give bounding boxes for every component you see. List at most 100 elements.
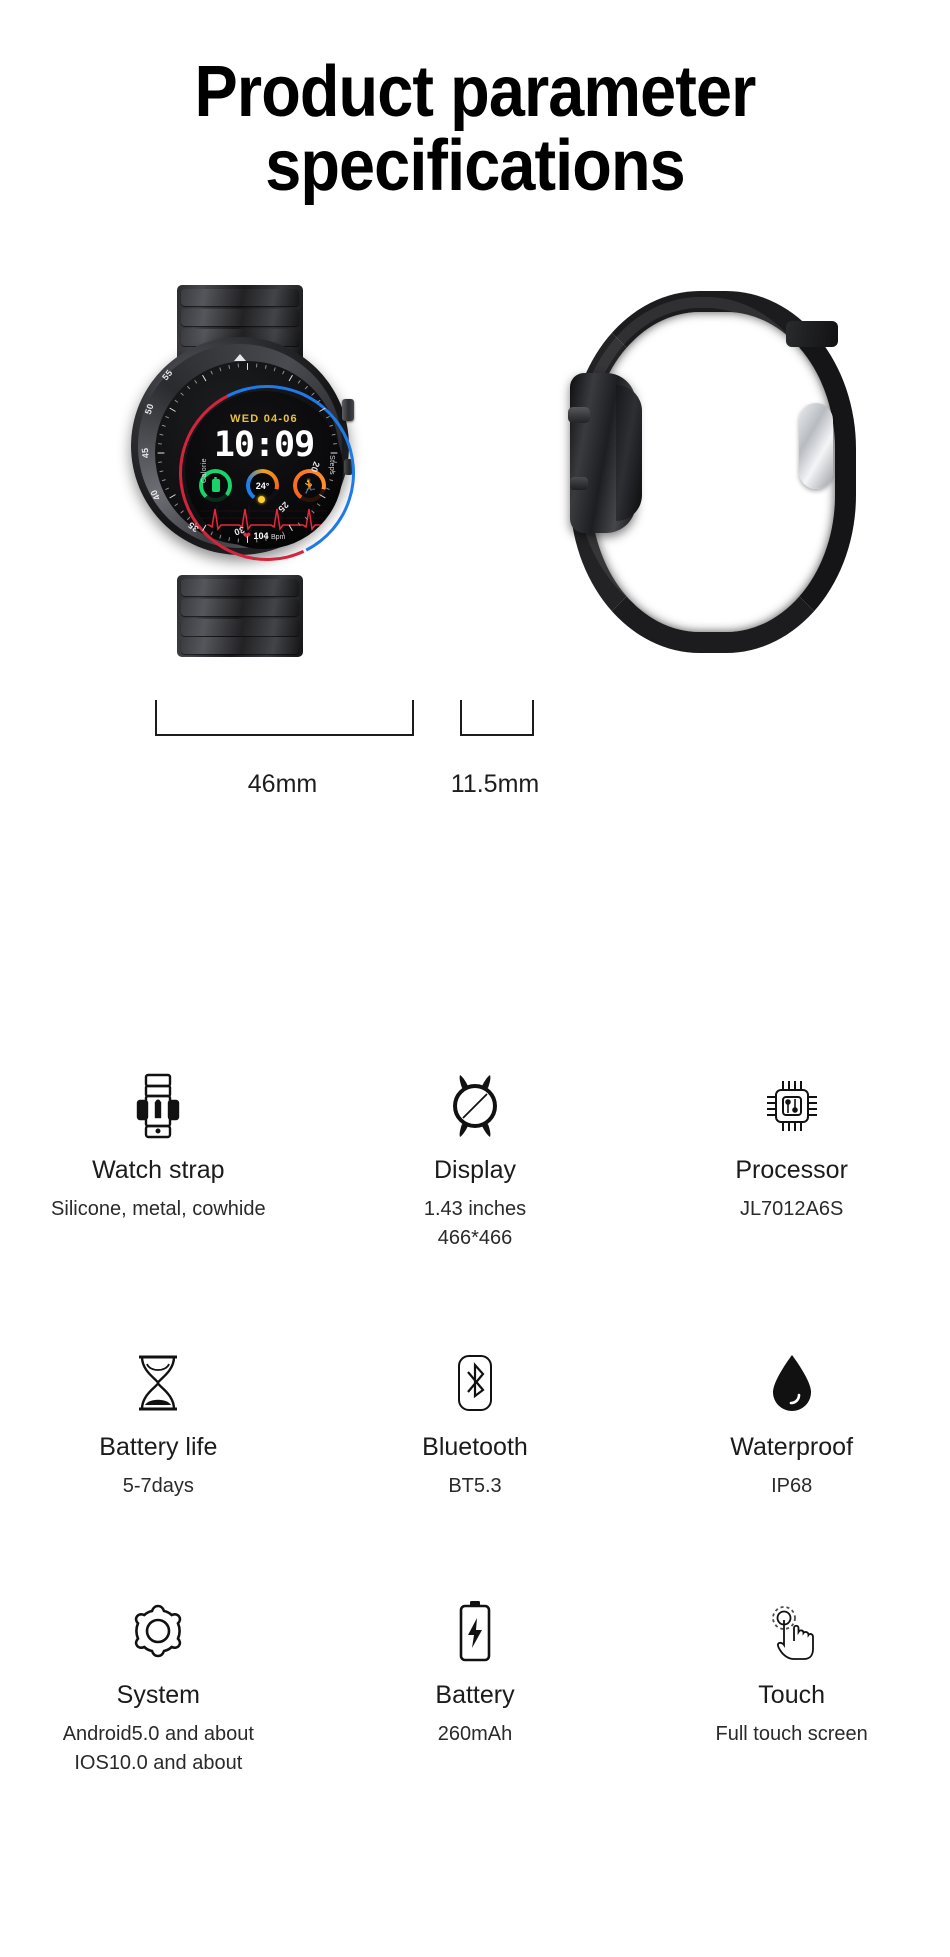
bezel-tick xyxy=(161,424,166,427)
spec-value: JL7012A6S xyxy=(739,1198,844,1220)
runner-icon: 🏃 xyxy=(300,477,319,494)
battery-glyph-icon xyxy=(211,476,220,492)
bezel-tick xyxy=(186,385,191,390)
spec-item-processor: Processor JL7012A6S xyxy=(633,1070,950,1253)
page-title-line-1: Product parameter xyxy=(194,52,757,132)
gear-icon xyxy=(127,1595,189,1667)
watch-bezel: WED 04-06 10:09 24° 🏃 104 Bpm Calorie St… xyxy=(138,344,380,586)
spec-title: Touch xyxy=(758,1681,826,1709)
spec-item-watch-strap: Watch strap Silicone, metal, cowhide xyxy=(0,1070,317,1253)
bezel-tick xyxy=(169,494,176,499)
spec-value-secondary: 466*466 xyxy=(437,1227,513,1249)
calorie-label: Calorie xyxy=(201,458,208,483)
watch-band-clasp xyxy=(799,403,833,489)
spec-item-battery: Battery 260mAh xyxy=(317,1595,634,1778)
watch-bezel-inner: WED 04-06 10:09 24° 🏃 104 Bpm Calorie St… xyxy=(154,360,380,586)
weather-temperature: 24° xyxy=(255,480,270,491)
watch-screen-side-edge xyxy=(616,385,642,521)
spec-value: 5-7days xyxy=(122,1475,194,1497)
steps-complication-ring: 🏃 xyxy=(293,469,326,502)
bezel-tick xyxy=(210,370,213,375)
bezel-tick xyxy=(247,536,248,543)
battery-icon xyxy=(452,1595,498,1667)
spec-value: Full touch screen xyxy=(715,1723,868,1745)
bezel-tick xyxy=(264,364,267,369)
spec-item-waterproof: Waterproof IP68 xyxy=(633,1347,950,1501)
sun-icon xyxy=(258,496,265,503)
bezel-tick xyxy=(202,374,207,382)
bezel-tick xyxy=(304,385,309,390)
spec-title: Battery xyxy=(435,1681,515,1709)
bezel-tick xyxy=(180,392,184,396)
bezel-tick xyxy=(174,399,179,403)
spec-title: Display xyxy=(434,1156,516,1184)
hourglass-icon xyxy=(130,1347,186,1419)
weather-complication-ring: 24° xyxy=(246,469,279,503)
bezel-tick xyxy=(161,479,166,482)
watch-strap-icon xyxy=(135,1070,181,1142)
bezel-tick xyxy=(247,363,248,370)
bezel-tick xyxy=(282,370,285,375)
page-title-line-2: specifications xyxy=(265,126,685,206)
page-title: Product parameter specifications xyxy=(0,55,950,203)
watch-pusher-side xyxy=(570,477,588,490)
spec-title: Processor xyxy=(735,1156,848,1184)
ecg-waveform xyxy=(201,505,327,531)
bezel-tick xyxy=(157,443,163,445)
bezel-tick xyxy=(237,363,240,368)
bezel-tick xyxy=(311,392,315,396)
spec-title: System xyxy=(116,1681,200,1709)
bezel-tick xyxy=(159,433,164,436)
bezel-tick xyxy=(255,363,258,368)
smartwatch-front-image: WED 04-06 10:09 24° 🏃 104 Bpm Calorie St… xyxy=(125,285,380,657)
dimension-callouts: 46mm 11.5mm xyxy=(0,700,950,840)
product-spec-page: Product parameter specifications WED 04-… xyxy=(0,0,950,1957)
spec-item-bluetooth: Bluetooth BT5.3 xyxy=(317,1347,634,1501)
thickness-bracket xyxy=(460,700,534,736)
watch-strap-bottom xyxy=(177,575,303,657)
bezel-tick xyxy=(174,503,179,507)
bezel-tick xyxy=(297,379,301,384)
spec-title: Bluetooth xyxy=(422,1433,528,1461)
bezel-tick xyxy=(186,516,191,521)
spec-title: Battery life xyxy=(99,1433,218,1461)
watch-case: WED 04-06 10:09 24° 🏃 104 Bpm Calorie St… xyxy=(131,337,380,586)
watch-face-date: WED 04-06 xyxy=(230,413,298,425)
bezel-tick xyxy=(159,470,164,473)
spec-title: Watch strap xyxy=(92,1156,225,1184)
width-label: 46mm xyxy=(247,770,318,798)
bezel-number-55: 55 xyxy=(160,367,175,383)
spec-value: 1.43 inches xyxy=(423,1198,527,1220)
bezel-tick xyxy=(219,367,222,372)
watch-display-icon xyxy=(446,1070,504,1142)
spec-item-display: Display 1.43 inches 466*466 xyxy=(317,1070,634,1253)
spec-value: IP68 xyxy=(771,1475,813,1497)
spec-value: Android5.0 and about xyxy=(62,1723,254,1745)
width-bracket xyxy=(155,700,414,736)
watch-face-complications: 24° 🏃 xyxy=(194,469,334,503)
bezel-tick xyxy=(180,510,184,514)
bezel-tick xyxy=(330,452,338,454)
bezel-tick xyxy=(165,487,170,491)
watch-face-time: 10:09 xyxy=(213,425,315,465)
bluetooth-icon xyxy=(449,1347,501,1419)
bezel-top-marker xyxy=(234,354,246,361)
water-drop-icon xyxy=(766,1347,818,1419)
spec-value-secondary: IOS10.0 and about xyxy=(74,1752,243,1774)
spec-item-system: System Android5.0 and about IOS10.0 and … xyxy=(0,1595,317,1778)
touch-hand-icon xyxy=(760,1595,824,1667)
processor-chip-icon xyxy=(762,1070,822,1142)
spec-value: Silicone, metal, cowhide xyxy=(51,1198,266,1220)
product-image-row: WED 04-06 10:09 24° 🏃 104 Bpm Calorie St… xyxy=(0,280,950,660)
bezel-tick xyxy=(157,461,163,463)
bezel-tick xyxy=(165,415,170,419)
bezel-tick xyxy=(273,367,276,372)
bezel-tick xyxy=(169,407,176,412)
specifications-grid: Watch strap Silicone, metal, cowhide Dis… xyxy=(0,1070,950,1778)
bezel-number-45: 45 xyxy=(139,447,151,459)
smartwatch-side-image xyxy=(560,285,856,655)
thickness-label: 11.5mm xyxy=(450,770,540,798)
bezel-tick xyxy=(288,374,293,382)
bezel-tick xyxy=(228,364,231,369)
bezel-number-40: 40 xyxy=(148,487,163,503)
